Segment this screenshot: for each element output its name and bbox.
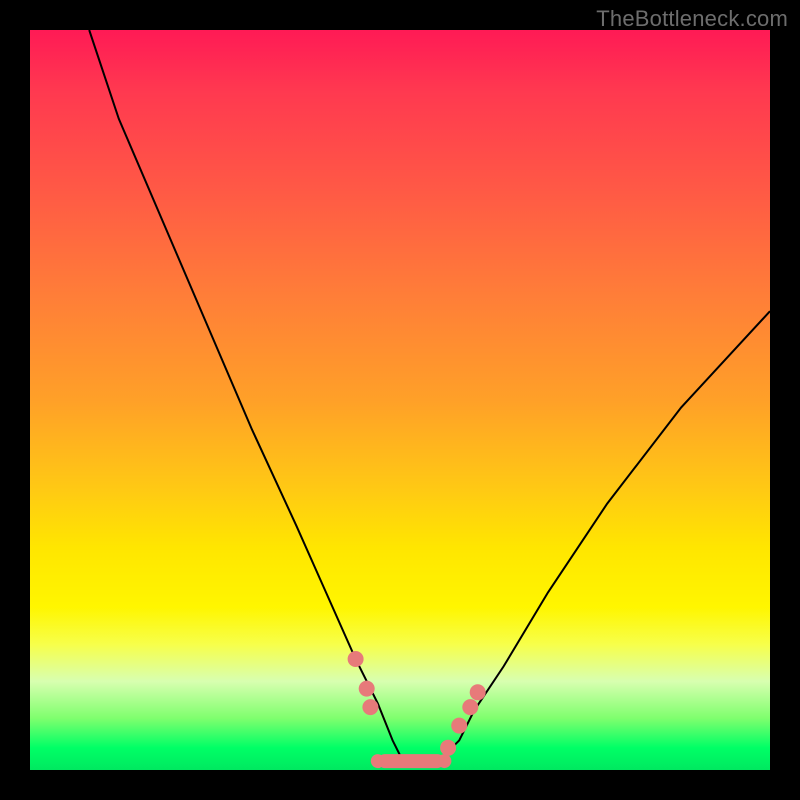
curve-marker	[440, 740, 456, 756]
curve-marker	[462, 699, 478, 715]
watermark-text: TheBottleneck.com	[596, 6, 788, 32]
chart-frame: TheBottleneck.com	[0, 0, 800, 800]
plot-area	[30, 30, 770, 770]
curve-marker	[451, 718, 467, 734]
chart-svg	[30, 30, 770, 770]
flat-segment-marker	[378, 754, 445, 768]
curve-marker	[437, 754, 451, 768]
curve-marker	[470, 684, 486, 700]
bottleneck-curve	[89, 30, 770, 763]
curve-marker	[348, 651, 364, 667]
curve-marker	[362, 699, 378, 715]
curve-marker	[371, 754, 385, 768]
marker-group	[348, 651, 486, 768]
curve-marker	[359, 681, 375, 697]
